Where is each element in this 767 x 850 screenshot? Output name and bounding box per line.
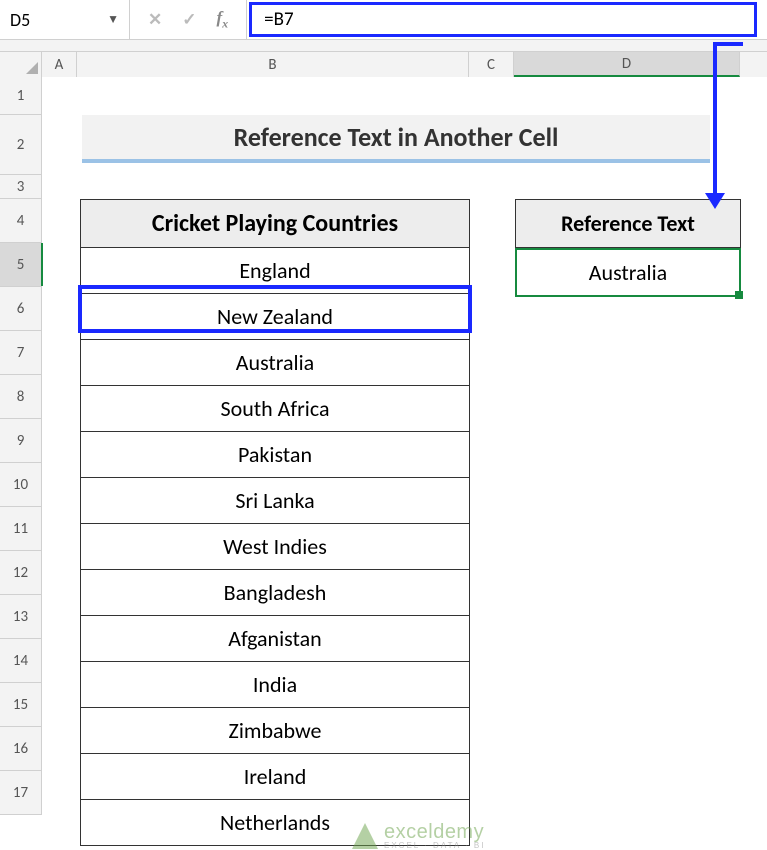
row-header-6[interactable]: 6	[0, 287, 42, 331]
annotation-arrow-horizontal	[713, 42, 743, 46]
column-headers: A B C D	[0, 52, 767, 77]
table-row[interactable]: New Zealand	[81, 294, 469, 340]
row-header-10[interactable]: 10	[0, 463, 42, 507]
reference-table: Reference Text Australia	[515, 199, 741, 297]
enter-icon[interactable]: ✓	[182, 10, 196, 30]
table-row[interactable]: Ireland	[81, 754, 469, 800]
row-header-15[interactable]: 15	[0, 683, 42, 727]
page-title: Reference Text in Another Cell	[82, 115, 710, 163]
grid: 1 2 3 4 5 6 7 8 9 10 11 12 13 14 15 16 1…	[0, 77, 767, 815]
row-headers: 1 2 3 4 5 6 7 8 9 10 11 12 13 14 15 16 1…	[0, 77, 42, 815]
row-header-1[interactable]: 1	[0, 77, 42, 115]
exceldemy-logo-icon	[352, 823, 378, 849]
chevron-down-icon[interactable]: ▼	[107, 12, 119, 27]
selected-cell-D5[interactable]: Australia	[515, 248, 741, 297]
table-row[interactable]: South Africa	[81, 386, 469, 432]
countries-table: Cricket Playing Countries England New Ze…	[80, 199, 470, 846]
row-header-7[interactable]: 7	[0, 331, 42, 375]
reference-value: Australia	[589, 259, 667, 286]
table-row[interactable]: Zimbabwe	[81, 708, 469, 754]
formula-bar-gap	[0, 40, 767, 52]
table-row[interactable]: Australia	[81, 340, 469, 386]
row-header-17[interactable]: 17	[0, 771, 42, 815]
countries-header[interactable]: Cricket Playing Countries	[81, 200, 469, 248]
fill-handle[interactable]	[735, 291, 743, 299]
formula-text: =B7	[264, 8, 293, 31]
row-header-11[interactable]: 11	[0, 507, 42, 551]
col-header-C[interactable]: C	[469, 52, 514, 77]
row-header-14[interactable]: 14	[0, 639, 42, 683]
watermark-sub: EXCEL · DATA · BI	[384, 842, 485, 850]
formula-input[interactable]: =B7	[249, 2, 757, 37]
row-header-12[interactable]: 12	[0, 551, 42, 595]
table-row[interactable]: Pakistan	[81, 432, 469, 478]
row-header-16[interactable]: 16	[0, 727, 42, 771]
cells-area[interactable]: Reference Text in Another Cell Cricket P…	[42, 77, 767, 815]
row-header-4[interactable]: 4	[0, 199, 42, 243]
row-header-9[interactable]: 9	[0, 419, 42, 463]
annotation-arrow-vertical	[713, 42, 717, 197]
annotation-arrow-head-icon	[705, 193, 725, 209]
table-row[interactable]: Bangladesh	[81, 570, 469, 616]
formula-bar-buttons: ✕ ✓ fx	[130, 0, 247, 39]
row-header-5[interactable]: 5	[0, 243, 42, 287]
row-header-13[interactable]: 13	[0, 595, 42, 639]
name-box[interactable]: D5 ▼	[0, 0, 130, 39]
table-row[interactable]: England	[81, 248, 469, 294]
table-row[interactable]: West Indies	[81, 524, 469, 570]
col-header-D[interactable]: D	[514, 52, 740, 77]
row-header-2[interactable]: 2	[0, 115, 42, 175]
table-row[interactable]: Sri Lanka	[81, 478, 469, 524]
watermark: exceldemy EXCEL · DATA · BI	[352, 822, 485, 850]
watermark-text: exceldemy EXCEL · DATA · BI	[384, 822, 485, 850]
fx-icon[interactable]: fx	[217, 8, 229, 31]
cancel-icon[interactable]: ✕	[148, 10, 162, 30]
table-row[interactable]: Afganistan	[81, 616, 469, 662]
select-all-triangle[interactable]	[0, 52, 42, 77]
col-header-B[interactable]: B	[77, 52, 469, 77]
table-row[interactable]: India	[81, 662, 469, 708]
col-header-A[interactable]: A	[42, 52, 77, 77]
row-header-8[interactable]: 8	[0, 375, 42, 419]
watermark-main: exceldemy	[384, 822, 485, 842]
formula-bar-row: D5 ▼ ✕ ✓ fx =B7	[0, 0, 767, 40]
name-box-value: D5	[10, 9, 30, 31]
row-header-3[interactable]: 3	[0, 175, 42, 199]
